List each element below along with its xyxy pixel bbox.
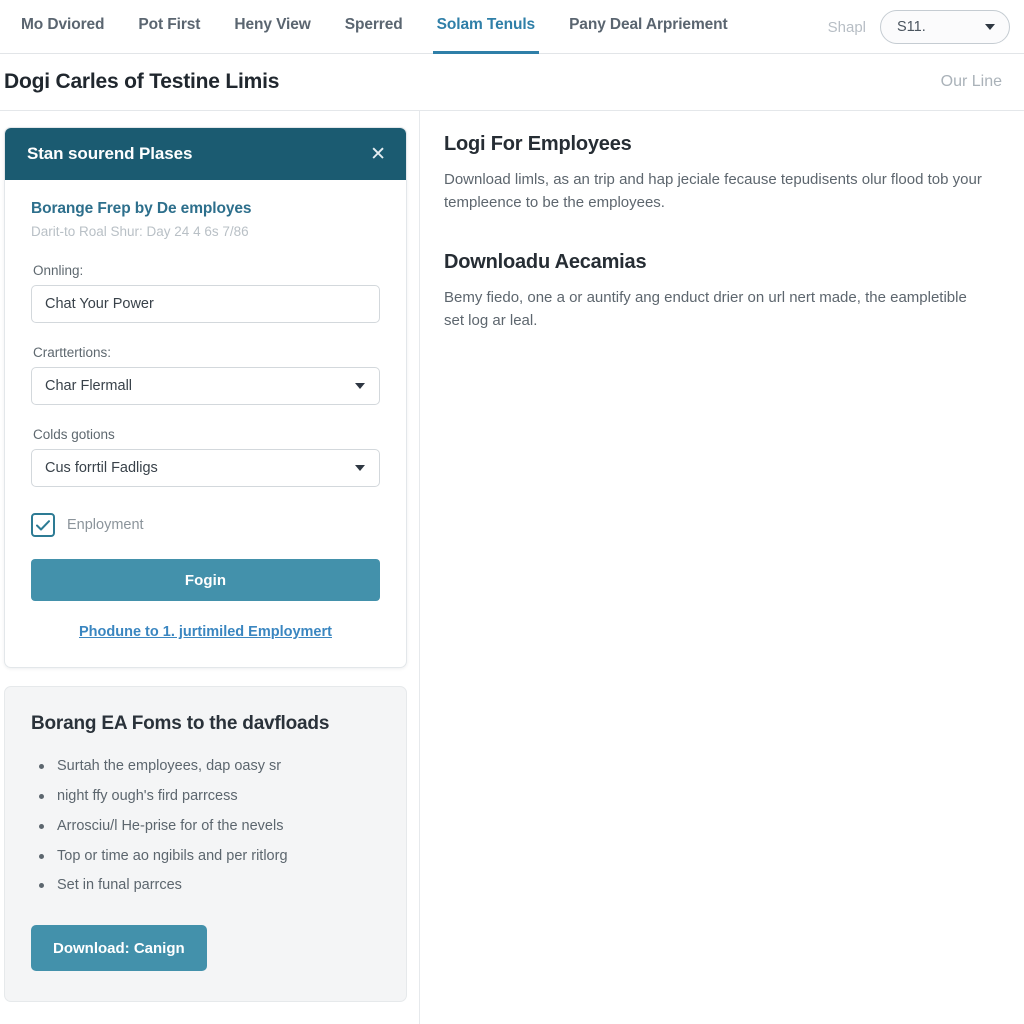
- form-heading: Borange Frep by De employes: [31, 200, 252, 217]
- checkbox-row-employment: Enployment: [31, 513, 380, 537]
- list-item: Set in funal parrces: [31, 876, 380, 895]
- list-item: night ffy ough's fird parrcess: [31, 787, 380, 806]
- enrolled-employment-link[interactable]: Phodune to 1. jurtimiled Employmert: [79, 624, 332, 640]
- section-body: Bemy fiedo, one a or auntify ang enduct …: [444, 288, 967, 329]
- nav-item-heny-view[interactable]: Heny View: [217, 0, 327, 54]
- nav-muted-label: Shapl: [827, 18, 866, 36]
- form-subheading: Darit-to Roal Shur: Day 24 4 6s 7/86: [31, 224, 249, 239]
- download-campaign-button[interactable]: Download: Canign: [31, 925, 207, 972]
- select-colds-gotions-value: Cus forrtil Fadligs: [45, 460, 158, 476]
- login-link-row: Phodune to 1. jurtimiled Employmert: [31, 623, 380, 641]
- nav-item-pany-deal-arpriement[interactable]: Pany Deal Arpriement: [552, 0, 745, 54]
- chevron-down-icon: [985, 24, 995, 30]
- field-group-onnling: Onnling:: [31, 263, 380, 323]
- section-logi-for-employees: Logi For Employees Download limls, as an…: [444, 133, 1000, 215]
- login-card: Stan sourend Plases ✕ Borange Frep by De…: [4, 127, 407, 668]
- nav-item-pot-first[interactable]: Pot First: [121, 0, 217, 54]
- page-title-right-link[interactable]: Our Line: [941, 73, 1002, 91]
- section-downloadu-aecamias: Downloadu Aecamias Bemy fiedo, one a or …: [444, 251, 1000, 333]
- select-crarttertions-value: Char Flermall: [45, 378, 133, 394]
- checkbox-label-employment: Enployment: [67, 517, 144, 533]
- page-title: Dogi Carles of Testine Limis: [4, 70, 280, 93]
- page-title-bar: Dogi Carles of Testine Limis Our Line: [0, 54, 1024, 111]
- check-icon: [36, 519, 50, 530]
- field-label-onnling: Onnling:: [33, 263, 84, 278]
- nav-item-sperred[interactable]: Sperred: [328, 0, 420, 54]
- nav-item-solam-tenuls[interactable]: Solam Tenuls: [420, 0, 552, 54]
- field-group-colds-gotions: Colds gotions Cus forrtil Fadligs: [31, 427, 380, 487]
- section-title: Downloadu Aecamias: [444, 250, 647, 273]
- section-body: Download limls, as an trip and hap jecia…: [444, 171, 982, 212]
- left-column: Stan sourend Plases ✕ Borange Frep by De…: [0, 111, 420, 1024]
- list-item: Arrosciu/l He-prise for of the nevels: [31, 817, 380, 836]
- info-card-title: Borang EA Foms to the davfloads: [31, 713, 330, 734]
- nav-right-group: Shapl S11.: [828, 0, 1024, 54]
- section-title: Logi For Employees: [444, 133, 632, 155]
- close-icon[interactable]: ✕: [368, 141, 388, 168]
- info-card: Borang EA Foms to the davfloads Surtah t…: [4, 686, 407, 1003]
- select-crarttertions[interactable]: Char Flermall: [31, 367, 380, 405]
- login-submit-button[interactable]: Fogin: [31, 559, 380, 601]
- login-card-body: Borange Frep by De employes Darit-to Roa…: [5, 180, 406, 667]
- list-item: Top or time ao ngibils and per ritlorg: [31, 847, 380, 866]
- field-label-colds-gotions: Colds gotions: [33, 427, 115, 442]
- top-navigation-bar: Mo Dviored Pot First Heny View Sperred S…: [0, 0, 1024, 54]
- nav-select-dropdown[interactable]: S11.: [880, 10, 1010, 44]
- info-card-bullet-list: Surtah the employees, dap oasy sr night …: [31, 757, 380, 895]
- checkbox-employment[interactable]: [31, 513, 55, 537]
- right-column: Logi For Employees Download limls, as an…: [420, 111, 1024, 1024]
- nav-select-value: S11.: [897, 19, 926, 35]
- chevron-down-icon: [355, 465, 365, 471]
- login-card-header: Stan sourend Plases ✕: [5, 128, 406, 180]
- main-layout: Stan sourend Plases ✕ Borange Frep by De…: [0, 111, 1024, 1024]
- field-label-crarttertions: Crarttertions:: [33, 345, 112, 360]
- text-input-onnling[interactable]: [31, 285, 380, 323]
- chevron-down-icon: [355, 383, 365, 389]
- select-colds-gotions[interactable]: Cus forrtil Fadligs: [31, 449, 380, 487]
- field-group-crarttertions: Crarttertions: Char Flermall: [31, 345, 380, 405]
- nav-item-list: Mo Dviored Pot First Heny View Sperred S…: [0, 0, 745, 54]
- list-item: Surtah the employees, dap oasy sr: [31, 757, 380, 776]
- nav-item-mo-dviored[interactable]: Mo Dviored: [4, 0, 121, 54]
- login-card-title: Stan sourend Plases: [27, 144, 193, 163]
